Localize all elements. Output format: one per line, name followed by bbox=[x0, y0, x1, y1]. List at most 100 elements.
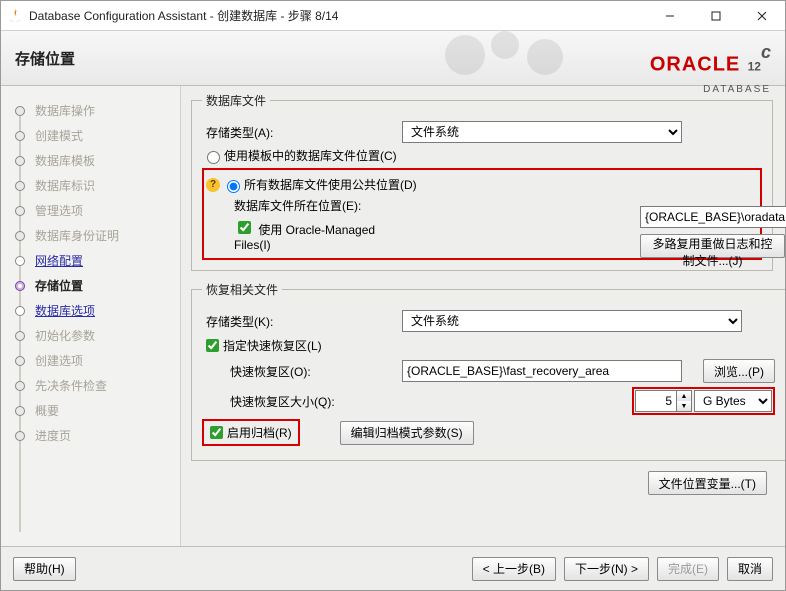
finish-button: 完成(E) bbox=[657, 557, 719, 581]
wizard-step-3: 数据库标识 bbox=[1, 173, 180, 198]
step-label: 数据库标识 bbox=[35, 177, 95, 194]
omf-label: 使用 Oracle-Managed Files(I) bbox=[234, 223, 375, 252]
archive-label: 启用归档(R) bbox=[227, 424, 292, 441]
step-dot bbox=[15, 181, 25, 191]
oracle-version: 12c bbox=[748, 37, 771, 81]
step-label: 数据库选项 bbox=[35, 302, 95, 319]
db-file-loc-label: 数据库文件所在位置(E): bbox=[206, 197, 406, 214]
step-label: 创建模式 bbox=[35, 127, 83, 144]
wizard-footer: 帮助(H) < 上一步(B) 下一步(N) > 完成(E) 取消 bbox=[1, 546, 785, 590]
step-label: 数据库模板 bbox=[35, 152, 95, 169]
page-title: 存储位置 bbox=[15, 48, 75, 69]
step-label: 进度页 bbox=[35, 427, 71, 444]
db-files-group: 数据库文件 存储类型(A): 文件系统 使用模板中的数据库文件位置(C) ? 所… bbox=[191, 92, 773, 271]
wizard-step-11: 先决条件检查 bbox=[1, 373, 180, 398]
step-dot bbox=[15, 156, 25, 166]
use-template-loc-label: 使用模板中的数据库文件位置(C) bbox=[224, 147, 397, 164]
step-label: 初始化参数 bbox=[35, 327, 95, 344]
step-dot bbox=[15, 206, 25, 216]
step-label: 网络配置 bbox=[35, 252, 83, 269]
file-loc-var-button[interactable]: 文件位置变量...(T) bbox=[648, 471, 767, 495]
minimize-button[interactable] bbox=[647, 1, 693, 30]
wizard-step-4: 管理选项 bbox=[1, 198, 180, 223]
browse-fra-button[interactable]: 浏览...(P) bbox=[703, 359, 775, 383]
wizard-step-2: 数据库模板 bbox=[1, 148, 180, 173]
back-button[interactable]: < 上一步(B) bbox=[472, 557, 556, 581]
close-button[interactable] bbox=[739, 1, 785, 30]
wizard-step-8[interactable]: 数据库选项 bbox=[1, 298, 180, 323]
step-dot bbox=[15, 281, 25, 291]
wizard-body: 数据库操作创建模式数据库模板数据库标识管理选项数据库身份证明网络配置存储位置数据… bbox=[1, 86, 785, 546]
wizard-step-13: 进度页 bbox=[1, 423, 180, 448]
help-button[interactable]: 帮助(H) bbox=[13, 557, 76, 581]
storage-type-select[interactable]: 文件系统 bbox=[402, 121, 682, 143]
app-window: Database Configuration Assistant - 创建数据库… bbox=[0, 0, 786, 591]
step-dot bbox=[15, 256, 25, 266]
fra-loc-label: 快速恢复区(O): bbox=[202, 363, 402, 380]
multiplex-button[interactable]: 多路复用重做日志和控制文件...(J) bbox=[640, 234, 785, 258]
window-title: Database Configuration Assistant - 创建数据库… bbox=[29, 7, 647, 24]
wizard-step-0: 数据库操作 bbox=[1, 98, 180, 123]
wizard-steps-sidebar: 数据库操作创建模式数据库模板数据库标识管理选项数据库身份证明网络配置存储位置数据… bbox=[1, 86, 181, 546]
step-dot bbox=[15, 106, 25, 116]
oracle-database-label: DATABASE bbox=[703, 84, 771, 95]
db-files-legend: 数据库文件 bbox=[202, 92, 270, 109]
step-dot bbox=[15, 131, 25, 141]
wizard-step-7[interactable]: 存储位置 bbox=[1, 273, 180, 298]
step-dot bbox=[15, 356, 25, 366]
fra-size-input[interactable] bbox=[635, 390, 677, 412]
step-dot bbox=[15, 331, 25, 341]
oracle-wordmark: ORACLE bbox=[650, 53, 740, 75]
step-label: 概要 bbox=[35, 402, 59, 419]
fra-loc-input[interactable] bbox=[402, 360, 682, 382]
wizard-step-9: 初始化参数 bbox=[1, 323, 180, 348]
oracle-logo: ORACLE 12c DATABASE bbox=[650, 37, 771, 95]
fra-size-unit-select[interactable]: G Bytes bbox=[694, 390, 772, 412]
window-controls bbox=[647, 1, 785, 30]
java-icon bbox=[7, 8, 23, 24]
fra-size-spinner[interactable]: ▲▼ bbox=[635, 390, 692, 412]
wizard-step-12: 概要 bbox=[1, 398, 180, 423]
fra-checkbox-label: 指定快速恢复区(L) bbox=[223, 337, 322, 354]
use-common-loc-label: 所有数据库文件使用公共位置(D) bbox=[244, 176, 417, 193]
step-dot bbox=[15, 231, 25, 241]
fra-size-highlight: ▲▼ G Bytes bbox=[632, 387, 775, 415]
archive-params-button[interactable]: 编辑归档模式参数(S) bbox=[340, 421, 474, 445]
wizard-step-1: 创建模式 bbox=[1, 123, 180, 148]
step-dot bbox=[15, 406, 25, 416]
step-dot bbox=[15, 431, 25, 441]
fra-checkbox[interactable] bbox=[206, 339, 219, 352]
file-loc-var-row: 文件位置变量...(T) bbox=[191, 471, 767, 495]
main-panel: 数据库文件 存储类型(A): 文件系统 使用模板中的数据库文件位置(C) ? 所… bbox=[181, 86, 785, 546]
cancel-button[interactable]: 取消 bbox=[727, 557, 773, 581]
step-label: 数据库身份证明 bbox=[35, 227, 119, 244]
omf-checkbox[interactable] bbox=[238, 221, 251, 234]
step-label: 先决条件检查 bbox=[35, 377, 107, 394]
db-file-loc-input[interactable] bbox=[640, 206, 785, 228]
maximize-button[interactable] bbox=[693, 1, 739, 30]
wizard-step-10: 创建选项 bbox=[1, 348, 180, 373]
recovery-storage-type-label: 存储类型(K): bbox=[202, 313, 402, 330]
archive-checkbox[interactable] bbox=[210, 426, 223, 439]
wizard-step-5: 数据库身份证明 bbox=[1, 223, 180, 248]
recovery-legend: 恢复相关文件 bbox=[202, 281, 282, 298]
fra-size-label: 快速恢复区大小(Q): bbox=[202, 393, 402, 410]
use-template-loc-radio[interactable] bbox=[207, 151, 220, 164]
use-common-loc-radio[interactable] bbox=[227, 180, 240, 193]
archive-highlight: 启用归档(R) bbox=[202, 419, 300, 446]
step-label: 创建选项 bbox=[35, 352, 83, 369]
spin-up[interactable]: ▲ bbox=[677, 391, 691, 401]
hint-icon: ? bbox=[206, 178, 220, 192]
spin-down[interactable]: ▼ bbox=[677, 401, 691, 411]
storage-type-label: 存储类型(A): bbox=[202, 124, 402, 141]
gear-decor bbox=[435, 27, 605, 82]
wizard-header: 存储位置 ORACLE 12c DATABASE bbox=[1, 31, 785, 86]
step-label: 存储位置 bbox=[35, 277, 83, 294]
next-button[interactable]: 下一步(N) > bbox=[564, 557, 649, 581]
step-label: 管理选项 bbox=[35, 202, 83, 219]
recovery-storage-type-select[interactable]: 文件系统 bbox=[402, 310, 742, 332]
wizard-step-6[interactable]: 网络配置 bbox=[1, 248, 180, 273]
recovery-group: 恢复相关文件 存储类型(K): 文件系统 指定快速恢复区(L) 快速恢复区(O)… bbox=[191, 281, 785, 461]
step-label: 数据库操作 bbox=[35, 102, 95, 119]
titlebar: Database Configuration Assistant - 创建数据库… bbox=[1, 1, 785, 31]
